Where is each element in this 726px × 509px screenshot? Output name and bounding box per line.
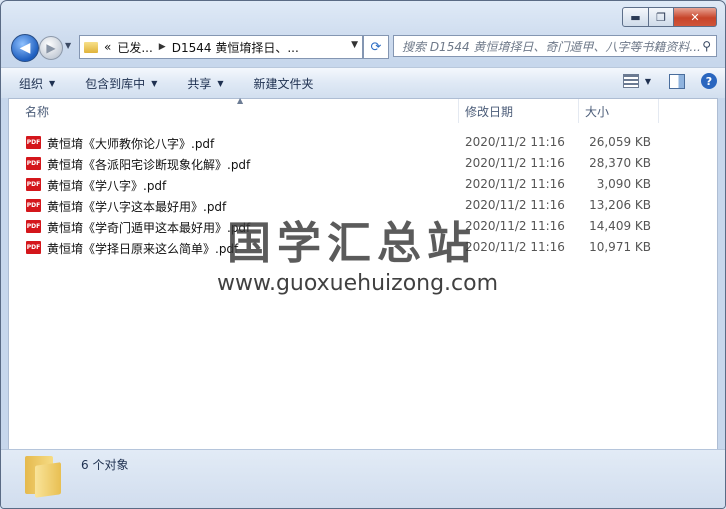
chevron-down-icon: ▼ xyxy=(151,78,158,88)
pdf-file-icon: PDF xyxy=(26,178,41,191)
search-placeholder: 搜索 D1544 黄恒堉择日、奇门遁甲、八字等书籍资料... xyxy=(402,39,701,54)
file-name: 黄恒堉《大师教你论八字》.pdf xyxy=(47,137,215,151)
watermark-url: www.guoxuehuizong.com xyxy=(217,271,499,296)
file-size: 13,206 KB xyxy=(589,198,651,212)
watermark-title: 国学汇总站 xyxy=(227,218,477,269)
forward-button[interactable]: ▶ xyxy=(39,36,63,60)
file-modified: 2020/11/2 11:16 xyxy=(465,177,565,191)
organize-menu[interactable]: 组织 ▼ xyxy=(19,75,55,92)
file-name: 黄恒堉《学八字》.pdf xyxy=(47,179,167,193)
column-modified-label: 修改日期 xyxy=(465,104,514,119)
folder-icon xyxy=(25,456,63,498)
file-name: 黄恒堉《学择日原来这么简单》.pdf xyxy=(47,242,239,256)
file-name: 黄恒堉《学八字这本最好用》.pdf xyxy=(47,200,227,214)
back-button[interactable]: ◀ xyxy=(11,34,39,62)
file-modified: 2020/11/2 11:16 xyxy=(465,219,565,233)
breadcrumb-parent[interactable]: 已发... xyxy=(117,39,152,56)
pdf-file-icon: PDF xyxy=(26,199,41,212)
file-size: 28,370 KB xyxy=(589,156,651,170)
file-size: 10,971 KB xyxy=(589,240,651,254)
file-modified: 2020/11/2 11:16 xyxy=(465,198,565,212)
pdf-file-icon: PDF xyxy=(26,157,41,170)
file-row[interactable]: PDF 黄恒堉《各派阳宅诊断现象化解》.pdf 2020/11/2 11:16 … xyxy=(9,153,717,174)
view-controls: ▼ ? xyxy=(622,73,717,89)
column-name-label: 名称 xyxy=(25,104,50,119)
address-bar[interactable]: « 已发... ▶ D1544 黄恒堉择日、... ▼ xyxy=(79,35,363,59)
pdf-file-icon: PDF xyxy=(26,241,41,254)
pdf-file-icon: PDF xyxy=(26,220,41,233)
caption-buttons: ▬ ❐ ✕ xyxy=(622,7,717,27)
file-row[interactable]: PDF 黄恒堉《大师教你论八字》.pdf 2020/11/2 11:16 26,… xyxy=(9,132,717,153)
minimize-button[interactable]: ▬ xyxy=(622,7,649,27)
file-modified: 2020/11/2 11:16 xyxy=(465,240,565,254)
file-name: 黄恒堉《学奇门遁甲这本最好用》.pdf xyxy=(47,221,251,235)
include-in-library-label: 包含到库中 xyxy=(85,76,146,91)
command-bar: 组织 ▼ 包含到库中 ▼ 共享 ▼ 新建文件夹 ▼ ? xyxy=(1,67,725,98)
include-in-library-menu[interactable]: 包含到库中 ▼ xyxy=(85,75,157,92)
file-size: 14,409 KB xyxy=(589,219,651,233)
explorer-window: ▬ ❐ ✕ ◀ ▶ ▼ « 已发... ▶ D1544 黄恒堉择日、... ▼ … xyxy=(0,0,726,509)
item-count: 6 个对象 xyxy=(81,458,129,472)
file-size: 3,090 KB xyxy=(596,177,651,191)
share-menu[interactable]: 共享 ▼ xyxy=(187,75,223,92)
view-options-icon[interactable] xyxy=(622,74,639,88)
column-headers: 名称 ▲ 修改日期 大小 xyxy=(9,96,717,123)
help-icon[interactable]: ? xyxy=(701,73,717,89)
refresh-button[interactable]: ⟳ xyxy=(363,35,389,59)
sort-ascending-icon: ▲ xyxy=(237,96,244,105)
organize-label: 组织 xyxy=(19,76,44,91)
file-name: 黄恒堉《各派阳宅诊断现象化解》.pdf xyxy=(47,158,251,172)
file-size: 26,059 KB xyxy=(589,135,651,149)
address-dropdown-icon[interactable]: ▼ xyxy=(351,40,358,50)
new-folder-label: 新建文件夹 xyxy=(253,76,314,91)
file-modified: 2020/11/2 11:16 xyxy=(465,135,565,149)
file-modified: 2020/11/2 11:16 xyxy=(465,156,565,170)
folder-icon xyxy=(84,41,98,53)
chevron-down-icon: ▼ xyxy=(217,78,224,88)
column-header-name[interactable]: 名称 ▲ xyxy=(9,96,459,123)
file-row[interactable]: PDF 黄恒堉《学八字》.pdf 2020/11/2 11:16 3,090 K… xyxy=(9,174,717,195)
details-pane: 6 个对象 xyxy=(1,449,725,508)
new-folder-button[interactable]: 新建文件夹 xyxy=(254,75,314,92)
pdf-file-icon: PDF xyxy=(26,136,41,149)
share-label: 共享 xyxy=(187,76,212,91)
preview-pane-icon[interactable] xyxy=(669,73,685,89)
column-header-size[interactable]: 大小 xyxy=(579,99,659,123)
breadcrumb-current[interactable]: D1544 黄恒堉择日、... xyxy=(172,39,299,56)
navigation-bar: ◀ ▶ ▼ « 已发... ▶ D1544 黄恒堉择日、... ▼ ⟳ 搜索 D… xyxy=(9,34,717,62)
column-size-label: 大小 xyxy=(585,104,610,119)
chevron-down-icon: ▼ xyxy=(49,78,56,88)
refresh-icon: ⟳ xyxy=(370,39,382,55)
maximize-button[interactable]: ❐ xyxy=(649,7,674,27)
column-header-modified[interactable]: 修改日期 xyxy=(459,99,579,123)
chevron-right-icon[interactable]: ▶ xyxy=(159,42,166,52)
close-button[interactable]: ✕ xyxy=(674,7,717,27)
chevron-down-icon[interactable]: ▼ xyxy=(645,77,651,86)
search-input[interactable]: 搜索 D1544 黄恒堉择日、奇门遁甲、八字等书籍资料... ⚲ xyxy=(393,35,717,57)
search-icon[interactable]: ⚲ xyxy=(702,39,711,53)
breadcrumb-overflow[interactable]: « xyxy=(104,40,111,54)
recent-pages-dropdown-icon[interactable]: ▼ xyxy=(65,41,71,50)
